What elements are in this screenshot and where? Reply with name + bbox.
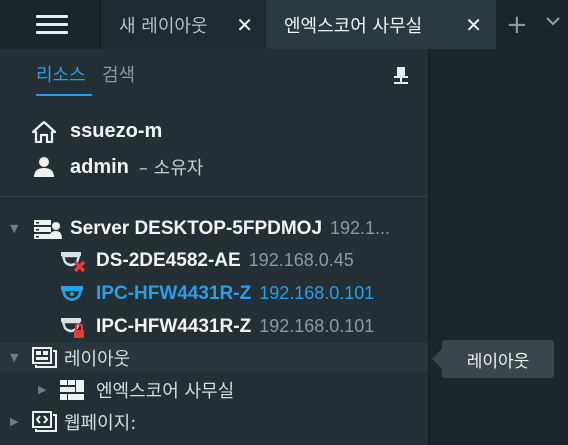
close-icon[interactable]: ✕ [465,13,482,37]
chevron-right-icon[interactable]: ▶ [38,383,46,396]
close-icon[interactable]: ✕ [236,13,253,37]
tab-label: 엔엑스코어 사무실 [284,15,423,37]
tree-item-camera[interactable]: DS-2DE4582-AE 192.168.0.45 [0,245,428,276]
webpages-group-label: 웹페이지: [64,412,137,434]
camera-entry: IPC-HFW4431R-Z 192.168.0.101 [96,283,374,305]
chevron-down-icon[interactable]: ▼ [10,222,18,235]
divider [0,196,428,197]
server-host-name: ssuezo-m [70,120,163,142]
current-user-row[interactable]: admin – 소유자 [32,154,203,180]
layout-icon [32,346,57,368]
server-host-row[interactable]: ssuezo-m [32,120,162,143]
plus-icon[interactable]: + [506,10,528,40]
tab-nxcore-office[interactable]: 엔엑스코어 사무실 ✕ [266,0,496,49]
home-icon [32,120,56,143]
chevron-down-icon[interactable]: ▼ [10,351,18,364]
camera-name: IPC-HFW4431R-Z [96,315,252,337]
tab-label: 새 레이아웃 [119,15,208,37]
camera-name: IPC-HFW4431R-Z [96,282,252,304]
layouts-group-label: 레이아웃 [64,348,131,370]
tree-item-camera[interactable]: IPC-HFW4431R-Z 192.168.0.101 [0,278,428,309]
camera-name: DS-2DE4582-AE [96,249,241,271]
chevron-down-icon[interactable] [544,12,562,30]
camera-entry: DS-2DE4582-AE 192.168.0.45 [96,250,354,272]
tree-item-camera[interactable]: IPC-HFW4431R-Z 192.168.0.101 [0,311,428,342]
grid-layout-icon [60,379,84,400]
tooltip: 레이아웃 [432,340,554,378]
resource-panel: 리소스 검색 ssuezo-m admin – 소유자 ▼ Server DES… [0,49,428,445]
camera-entry: IPC-HFW4431R-Z 192.168.0.101 [96,316,374,338]
active-tab-indicator [36,94,92,96]
webpage-icon [32,410,57,432]
tree-item-server[interactable]: ▼ Server DESKTOP-5FPDMOJ 192.1... [0,213,428,244]
tab-new-layout[interactable]: 새 레이아웃 ✕ [100,0,265,49]
scene-area[interactable] [428,49,568,445]
tree-item-webpages[interactable]: ▶ 웹페이지: [0,406,428,437]
user-role: – 소유자 [138,158,204,179]
server-label: Server DESKTOP-5FPDMOJ [70,217,323,239]
menu-icon[interactable] [36,15,68,37]
layout-item-label: 엔엑스코어 사무실 [96,380,235,402]
server-icon [34,219,62,239]
camera-ip: 192.168.0.101 [259,315,375,336]
dome-camera-icon [61,285,83,301]
chevron-right-icon[interactable]: ▶ [10,415,18,428]
tab-bar: 새 레이아웃 ✕ 엔엑스코어 사무실 ✕ + [0,0,568,49]
tab-resources[interactable]: 리소스 [36,61,86,87]
user-icon [34,157,54,177]
pin-icon[interactable] [394,66,408,84]
tab-search[interactable]: 검색 [102,61,135,87]
server-ip: 192.1... [330,217,391,238]
user-name: admin [70,155,129,178]
tree-item-layouts[interactable]: ▼ 레이아웃 [0,342,428,373]
panel-tabs: 리소스 검색 [0,49,428,99]
camera-ip: 192.168.0.45 [248,249,354,270]
tree-item-layout[interactable]: ▶ 엔엑스코어 사무실 [0,374,428,405]
camera-offline-icon [61,251,86,272]
camera-locked-icon [61,317,84,338]
camera-ip: 192.168.0.101 [259,282,375,303]
server-name: Server DESKTOP-5FPDMOJ 192.1... [70,218,390,240]
